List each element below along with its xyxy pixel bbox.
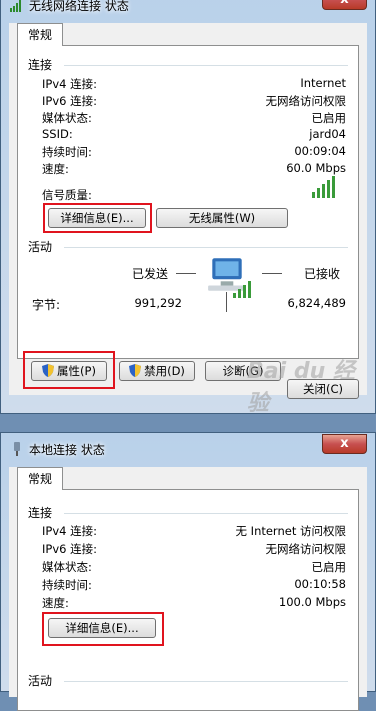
ethernet-icon [14, 442, 20, 456]
tab-panel: 常规 连接 IPv4 连接: Internet IPv6 连接: 无网络访问权限… [9, 23, 367, 416]
wireless-signal-icon [10, 0, 21, 12]
tab-content: 连接 IPv4 连接: Internet IPv6 连接: 无网络访问权限 媒体… [17, 45, 359, 359]
ipv4-value: Internet [300, 76, 346, 90]
ssid-value: jard04 [309, 127, 346, 141]
ipv4-value: 无 Internet 访问权限 [235, 524, 346, 538]
speed-value: 60.0 Mbps [286, 161, 346, 175]
section-divider [64, 247, 348, 248]
received-line [262, 273, 282, 274]
bytes-label: 字节: [32, 298, 61, 312]
speed-label: 速度: [42, 162, 69, 176]
tab-content: 连接 IPv4 连接: 无 Internet 访问权限 IPv6 连接: 无网络… [17, 489, 359, 711]
received-label: 已接收 [304, 267, 341, 281]
ipv4-label: IPv4 连接: [42, 77, 97, 91]
window-title: 本地连接 状态 [29, 443, 105, 457]
ssid-label: SSID: [42, 127, 73, 141]
connection-section-label: 连接 [28, 506, 53, 520]
section-divider [64, 65, 348, 66]
tab-general[interactable]: 常规 [17, 467, 64, 490]
activity-section-label: 活动 [28, 240, 53, 254]
duration-label: 持续时间: [42, 145, 92, 159]
title-bar[interactable]: 本地连接 状态 x [1, 433, 375, 465]
activity-divider [226, 292, 227, 312]
ipv6-label: IPv6 连接: [42, 94, 97, 108]
title-bar[interactable]: 无线网络连接 状态 x [1, 0, 375, 21]
speed-label: 速度: [42, 596, 69, 610]
window-title: 无线网络连接 状态 [29, 0, 129, 13]
ipv6-value: 无网络访问权限 [265, 542, 347, 556]
sent-label: 已发送 [132, 267, 169, 281]
signal-strength-icon [312, 176, 336, 198]
highlight-box [23, 351, 115, 389]
section-divider [64, 513, 348, 514]
duration-value: 00:10:58 [294, 577, 346, 591]
connection-section-label: 连接 [28, 58, 53, 72]
ipv4-label: IPv4 连接: [42, 524, 97, 538]
media-state-value: 已启用 [311, 560, 347, 574]
media-state-label: 媒体状态: [42, 111, 92, 125]
duration-value: 00:09:04 [294, 144, 346, 158]
ipv6-value: 无网络访问权限 [265, 94, 347, 108]
highlight-box [43, 203, 152, 233]
disable-button[interactable]: 禁用(D) [119, 361, 195, 381]
wireless-properties-button[interactable]: 无线属性(W) [156, 208, 288, 228]
activity-signal-icon [233, 280, 255, 298]
highlight-box [42, 612, 164, 646]
duration-label: 持续时间: [42, 578, 92, 592]
close-icon: x [340, 0, 348, 7]
section-divider [64, 681, 348, 682]
speed-value: 100.0 Mbps [278, 595, 346, 609]
close-window-button[interactable]: x [322, 434, 367, 454]
disable-label: 禁用(D) [144, 364, 185, 378]
activity-section-label: 活动 [28, 674, 53, 688]
signal-quality-label: 信号质量: [42, 188, 92, 202]
sent-line [176, 273, 196, 274]
media-state-label: 媒体状态: [42, 560, 92, 574]
close-icon: x [340, 436, 349, 451]
media-state-value: 已启用 [311, 111, 347, 125]
close-window-button[interactable]: x [322, 0, 367, 10]
uac-shield-icon [129, 364, 142, 377]
tab-general[interactable]: 常规 [17, 23, 64, 46]
bytes-sent-value: 991,292 [134, 296, 182, 310]
bytes-received-value: 6,824,489 [287, 296, 346, 310]
ipv6-label: IPv6 连接: [42, 542, 97, 556]
wireless-status-window: 无线网络连接 状态 x 常规 连接 IPv4 连接: Internet IPv6… [0, 0, 376, 416]
local-connection-status-window: 本地连接 状态 x 常规 连接 IPv4 连接: 无 Internet 访问权限… [0, 432, 376, 711]
close-button[interactable]: 关闭(C) [287, 379, 359, 399]
tab-panel: 常规 连接 IPv4 连接: 无 Internet 访问权限 IPv6 连接: … [9, 467, 367, 711]
